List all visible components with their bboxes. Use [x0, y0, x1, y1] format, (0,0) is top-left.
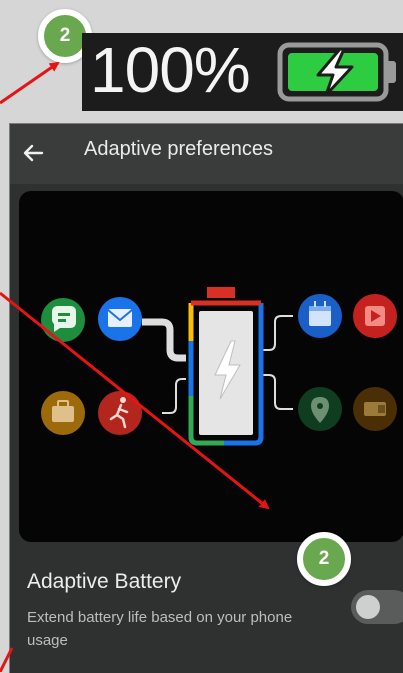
setting-description: Extend battery life based on your phone …: [27, 609, 293, 649]
battery-bolt-icon: [188, 287, 264, 446]
annotation-badge-bottom: 2: [297, 532, 351, 586]
mail-icon: [98, 297, 142, 341]
back-arrow-icon[interactable]: [16, 136, 50, 170]
running-icon: [98, 391, 142, 435]
briefcase-icon: [41, 391, 85, 435]
video-icon: [353, 294, 397, 338]
messages-icon: [41, 298, 85, 342]
battery-charging-icon: [276, 41, 401, 107]
top-app-bar: Adaptive preferences: [10, 124, 403, 184]
wallet-icon: [353, 387, 397, 431]
setting-title: Adaptive Battery: [27, 570, 182, 593]
adaptive-battery-toggle[interactable]: [351, 590, 403, 624]
status-bar-crop: 100%: [82, 33, 403, 111]
settings-screen: Adaptive preferences Adaptive Battery Ex…: [9, 123, 403, 673]
arrow-to-battery-percent: [0, 61, 60, 105]
adaptive-battery-illustration: [19, 191, 403, 542]
maps-icon: [298, 387, 342, 431]
page-title: Adaptive preferences: [84, 138, 274, 160]
calendar-icon: [298, 294, 342, 338]
toggle-knob: [356, 595, 380, 619]
battery-percent: 100%: [90, 34, 251, 106]
